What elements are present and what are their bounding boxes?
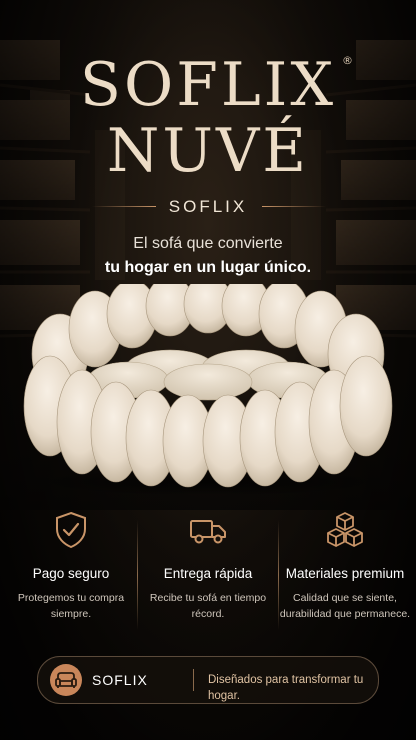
feature-description: Calidad que se siente, durabilidad que pe… <box>279 592 411 620</box>
divider-right <box>262 206 326 207</box>
sofa-logo-icon <box>50 664 82 696</box>
tagline-line2: tu hogar en un lugar único. <box>104 259 312 276</box>
truck-icon <box>190 520 226 544</box>
registered-mark: ® <box>342 54 353 67</box>
footer-divider <box>193 669 194 691</box>
feature-title: Materiales premium <box>285 566 405 581</box>
brand-name: SOFLIX <box>168 197 248 216</box>
footer-banner: SOFLIX Diseñados para transformar tu hog… <box>37 656 379 704</box>
tagline-line1: El sofá que convierte <box>133 235 283 252</box>
feature-description: Recibe tu sofá en tiempo récord. <box>149 592 267 620</box>
brand-line: SOFLIX <box>0 196 416 218</box>
feature-title: Pago seguro <box>32 566 110 581</box>
features-row: Pago seguro Protegemos tu compra siempre.… <box>0 510 416 635</box>
footer-brand: SOFLIX <box>92 672 148 688</box>
feature-description: Protegemos tu compra siempre. <box>17 592 125 620</box>
feature-divider <box>137 520 138 630</box>
feature-secure-payment: Pago seguro Protegemos tu compra siempre. <box>4 510 138 622</box>
feature-premium-materials: Materiales premium Calidad que se siente… <box>278 510 412 622</box>
ad-poster: SOFLIX ® NUVÉ SOFLIX El sofá que convier… <box>0 0 416 740</box>
boxes-icon <box>327 512 363 547</box>
product-title-line1: SOFLIX <box>79 50 337 120</box>
footer-slogan: Diseñados para transformar tu hogar. <box>208 674 364 702</box>
feature-fast-delivery: Entrega rápida Recibe tu sofá en tiempo r… <box>141 510 275 622</box>
product-title-line2: NUVÉ <box>106 116 310 186</box>
shield-check-icon <box>56 511 86 549</box>
sofa-image <box>23 284 393 494</box>
feature-title: Entrega rápida <box>163 566 253 581</box>
